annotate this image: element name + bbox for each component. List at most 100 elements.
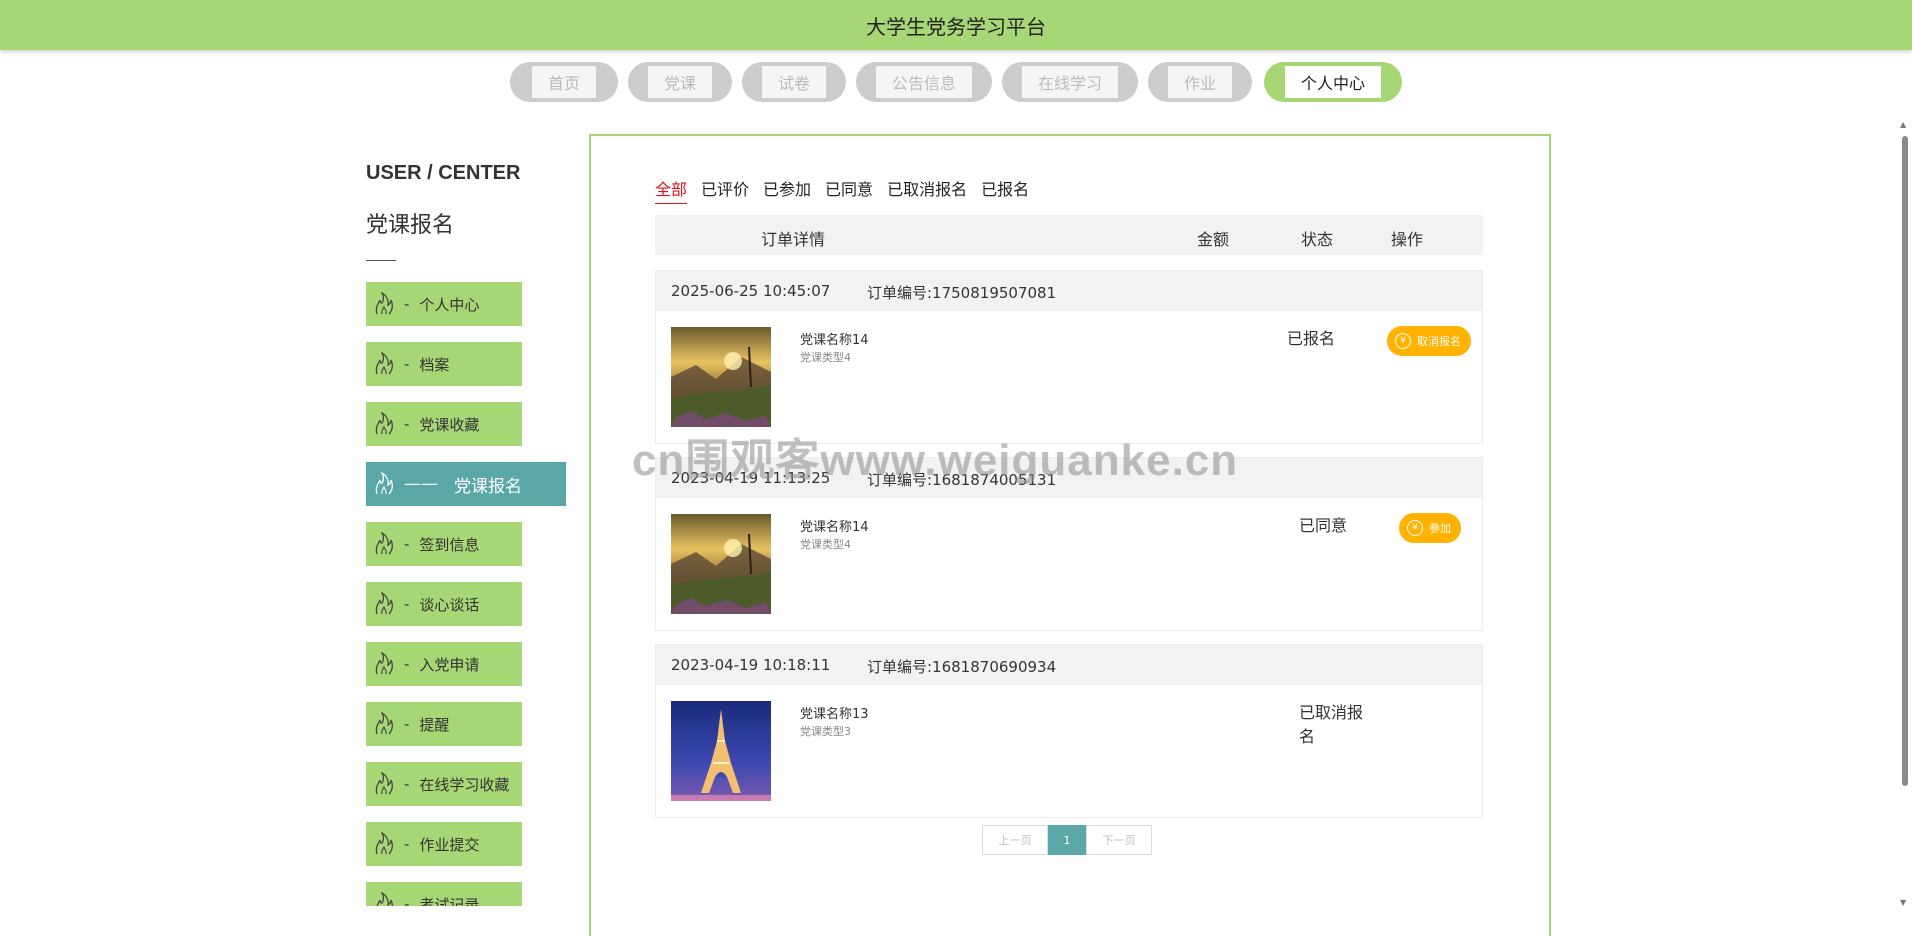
- item-dash: -: [404, 775, 410, 793]
- sidebar-heading: USER / CENTER: [366, 162, 521, 184]
- nav-label: 党课: [647, 66, 712, 98]
- flame-icon: [375, 412, 393, 435]
- sidebar-item-check-in[interactable]: - 签到信息: [366, 522, 522, 566]
- sidebar-item-label: 在线学习收藏: [419, 775, 510, 794]
- order-status: 已同意: [1299, 516, 1348, 535]
- sidebar-item-learning-favorites[interactable]: - 在线学习收藏: [366, 762, 522, 806]
- order-header: 2025-06-25 10:45:07 订单编号:1750819507081: [656, 271, 1482, 311]
- flame-icon: [376, 892, 393, 906]
- order-status: 已报名: [1287, 329, 1336, 348]
- sidebar-item-course-favorites[interactable]: - 党课收藏: [366, 402, 522, 446]
- status-tabs: 全部 已评价 已参加 已同意 已取消报名 已报名: [655, 176, 1043, 204]
- table-header: 订单详情 金额 状态 操作: [655, 215, 1483, 255]
- order-number: 订单编号:1750819507081: [867, 284, 1057, 302]
- sidebar-item-heart-talk[interactable]: - 谈心谈话: [366, 582, 522, 626]
- col-detail: 订单详情: [761, 230, 826, 249]
- tab-attended[interactable]: 已参加: [763, 176, 811, 204]
- attend-button[interactable]: ¥ 参加: [1399, 513, 1461, 543]
- item-dash: -: [404, 295, 410, 313]
- order-time: 2025-06-25 10:45:07: [671, 282, 831, 300]
- nav-label: 公告信息: [875, 66, 972, 98]
- flame-icon: [375, 652, 393, 675]
- col-status: 状态: [1301, 230, 1334, 249]
- next-page-button[interactable]: 下一页: [1086, 825, 1152, 855]
- flame-icon: [375, 712, 393, 735]
- scrollbar-thumb[interactable]: [1902, 136, 1908, 786]
- sidebar-item-exam-records[interactable]: - 考试记录: [366, 882, 522, 906]
- cancel-registration-button[interactable]: ¥ 取消报名: [1387, 326, 1471, 356]
- course-thumbnail[interactable]: [671, 701, 771, 801]
- flame-icon: [375, 532, 393, 555]
- sidebar-item-label: 谈心谈话: [419, 595, 480, 614]
- order-number: 订单编号:1681870690934: [867, 658, 1057, 676]
- pagination: 上一页 1 下一页: [982, 825, 1152, 855]
- course-type: 党课类型4: [800, 538, 851, 551]
- item-dash: -: [404, 835, 410, 853]
- nav-label: 试卷: [761, 66, 826, 98]
- yen-coin-icon: ¥: [1395, 333, 1411, 349]
- order-status: 已取消报 名: [1299, 701, 1363, 749]
- sidebar-item-label: 作业提交: [419, 835, 480, 854]
- sidebar-menu: - 个人中心 - 档案 - 党课收藏 —— 党课报名 - 签到信息 - 谈心谈话…: [366, 282, 566, 906]
- nav-user-center[interactable]: 个人中心: [1264, 62, 1402, 102]
- sidebar-item-archive[interactable]: - 档案: [366, 342, 522, 386]
- course-name: 党课名称14: [800, 333, 869, 348]
- sidebar-item-label: 个人中心: [419, 295, 480, 314]
- sidebar-item-label: 考试记录: [419, 895, 480, 907]
- prev-page-button[interactable]: 上一页: [982, 825, 1048, 855]
- nav-label: 在线学习: [1021, 66, 1118, 98]
- sidebar-divider: [366, 260, 396, 261]
- watermark: cn围观客www.weiguanke.cn: [632, 436, 1239, 485]
- item-dash: -: [404, 535, 410, 553]
- nav-homework[interactable]: 作业: [1148, 62, 1252, 102]
- course-thumbnail[interactable]: [671, 327, 771, 427]
- nav-online-learning[interactable]: 在线学习: [1002, 62, 1138, 102]
- yen-coin-icon: ¥: [1407, 520, 1423, 536]
- tab-approved[interactable]: 已同意: [825, 176, 873, 204]
- sidebar-item-user-center[interactable]: - 个人中心: [366, 282, 522, 326]
- nav-courses[interactable]: 党课: [628, 62, 732, 102]
- flame-icon: [375, 292, 393, 315]
- sidebar-item-course-registration[interactable]: —— 党课报名: [366, 462, 566, 506]
- sidebar-item-label: 档案: [419, 355, 450, 374]
- nav-exams[interactable]: 试卷: [742, 62, 846, 102]
- sidebar-subtitle: 党课报名: [366, 213, 455, 238]
- tab-all[interactable]: 全部: [655, 176, 688, 204]
- sidebar-item-reminders[interactable]: - 提醒: [366, 702, 522, 746]
- site-title: 大学生党务学习平台: [866, 14, 1046, 39]
- item-dash: -: [404, 895, 410, 906]
- flame-icon: [375, 832, 393, 855]
- main-nav: 首页 党课 试卷 公告信息 在线学习 作业 个人中心: [0, 62, 1912, 102]
- order-card: 2023-04-19 10:18:11 订单编号:1681870690934 党…: [655, 644, 1483, 818]
- sidebar-item-label: 党课报名: [454, 476, 522, 497]
- scroll-up-icon[interactable]: ▲: [1900, 120, 1906, 129]
- order-time: 2023-04-19 10:18:11: [671, 656, 831, 674]
- item-dash: -: [404, 655, 410, 673]
- col-action: 操作: [1391, 230, 1424, 249]
- course-thumbnail[interactable]: [671, 514, 771, 614]
- sidebar-item-party-application[interactable]: - 入党申请: [366, 642, 522, 686]
- tab-cancelled[interactable]: 已取消报名: [887, 176, 967, 204]
- status-line: 已取消报: [1299, 703, 1364, 722]
- flame-icon: [375, 352, 393, 375]
- item-dash: -: [404, 715, 410, 733]
- order-card: 2025-06-25 10:45:07 订单编号:1750819507081 党…: [655, 270, 1483, 444]
- item-dash: -: [404, 355, 410, 373]
- tab-registered[interactable]: 已报名: [981, 176, 1029, 204]
- item-dash: -: [404, 595, 410, 613]
- scroll-down-icon[interactable]: ▼: [1900, 898, 1906, 907]
- nav-label: 首页: [531, 66, 596, 98]
- order-panel: 全部 已评价 已参加 已同意 已取消报名 已报名 订单详情 金额 状态 操作 2…: [589, 134, 1551, 936]
- course-name: 党课名称13: [800, 707, 869, 722]
- sidebar-item-homework-submit[interactable]: - 作业提交: [366, 822, 522, 866]
- sidebar-item-label: 党课收藏: [419, 415, 480, 434]
- button-label: 取消报名: [1417, 335, 1461, 348]
- item-dash: ——: [404, 474, 438, 494]
- page-number-button[interactable]: 1: [1048, 825, 1086, 855]
- nav-notices[interactable]: 公告信息: [856, 62, 992, 102]
- nav-home[interactable]: 首页: [510, 62, 618, 102]
- order-header: 2023-04-19 10:18:11 订单编号:1681870690934: [656, 645, 1482, 685]
- button-label: 参加: [1429, 522, 1451, 535]
- sidebar-item-label: 签到信息: [419, 535, 480, 554]
- tab-reviewed[interactable]: 已评价: [701, 176, 749, 204]
